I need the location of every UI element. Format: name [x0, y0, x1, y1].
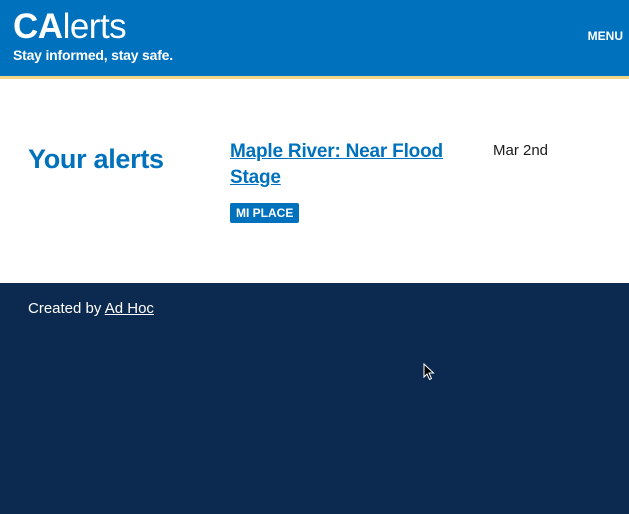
- menu-button[interactable]: MENU: [588, 28, 623, 44]
- page-title: Your alerts: [28, 144, 164, 174]
- alert-date: Mar 2nd: [493, 142, 549, 159]
- logo-bold-text: CA: [13, 7, 63, 46]
- page: CAlerts Stay informed, stay safe. MENU Y…: [0, 0, 629, 514]
- alert-location-tag: MI PLACE: [230, 203, 300, 223]
- alert-title-link[interactable]: Maple River: Near Flood Stage: [230, 139, 460, 191]
- mouse-pointer-icon: [423, 363, 435, 381]
- footer-credit: Created by Ad Hoc: [28, 299, 154, 319]
- ad-hoc-link[interactable]: Ad Hoc: [105, 300, 154, 317]
- site-tagline: Stay informed, stay safe.: [13, 47, 173, 63]
- footer-credit-prefix: Created by: [28, 300, 105, 317]
- logo-light-text: lerts: [62, 7, 127, 46]
- main-content: Your alerts Maple River: Near Flood Stag…: [0, 79, 629, 283]
- site-footer: Created by Ad Hoc: [0, 283, 629, 514]
- site-logo[interactable]: CAlerts: [13, 7, 127, 46]
- site-header: CAlerts Stay informed, stay safe. MENU: [0, 0, 629, 76]
